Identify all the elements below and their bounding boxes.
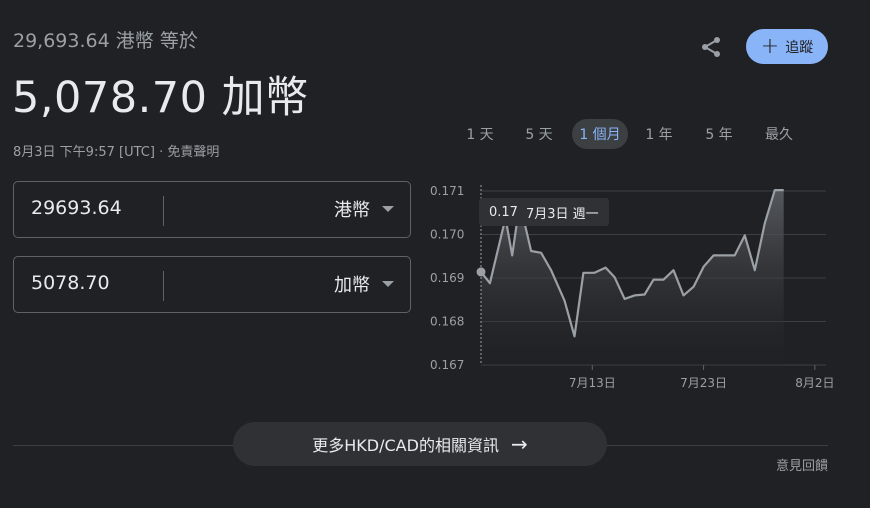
- conversion-source-line: 29,693.64 港幣 等於: [13, 26, 198, 53]
- track-button[interactable]: + 追蹤: [746, 29, 828, 64]
- x-tick-label: 7月13日: [569, 376, 616, 390]
- chart-tooltip: 0.17 7月3日 週一: [479, 198, 609, 226]
- to-currency-box: 5078.70 加幣: [13, 256, 411, 313]
- equals-label: 等於: [159, 30, 198, 52]
- divider-left: [13, 445, 233, 446]
- to-currency-label: 加幣: [334, 275, 370, 296]
- more-info-label: 更多HKD/CAD的相關資訊: [312, 436, 499, 455]
- x-tick-label: 8月2日: [795, 376, 834, 390]
- field-divider: [163, 271, 164, 301]
- field-divider: [163, 196, 164, 226]
- y-tick-label: 0.170: [430, 228, 464, 242]
- tooltip-value: 0.17: [489, 204, 518, 220]
- divider-right: [607, 445, 828, 446]
- to-currency-select[interactable]: 加幣: [334, 271, 394, 297]
- conversion-result: 5,078.70 加幣: [12, 63, 309, 125]
- tab-5-days[interactable]: 5 天: [510, 119, 568, 149]
- dropdown-caret-icon: [382, 281, 394, 287]
- from-amount-input[interactable]: 29693.64: [31, 197, 122, 219]
- track-label: 追蹤: [785, 39, 814, 56]
- disclaimer-link[interactable]: 免責聲明: [167, 145, 219, 160]
- share-icon: [702, 37, 720, 57]
- from-currency-label: 港幣: [334, 200, 370, 221]
- range-tabs: 1 天 5 天 1 個月 1 年 5 年 最久: [452, 119, 808, 149]
- source-currency: 港幣: [115, 30, 154, 52]
- tab-1-month[interactable]: 1 個月: [572, 119, 628, 149]
- y-tick-label: 0.168: [430, 315, 464, 329]
- y-tick-label: 0.169: [430, 271, 464, 285]
- result-amount: 5,078.70: [12, 73, 208, 123]
- separator: ·: [159, 145, 164, 160]
- from-currency-select[interactable]: 港幣: [334, 196, 394, 222]
- feedback-link[interactable]: 意見回饋: [776, 455, 828, 474]
- dropdown-caret-icon: [382, 206, 394, 212]
- source-amount: 29,693.64: [13, 30, 110, 52]
- to-amount-input[interactable]: 5078.70: [31, 272, 110, 294]
- tab-5-years[interactable]: 5 年: [690, 119, 748, 149]
- plus-icon: +: [760, 33, 780, 59]
- tooltip-date: 7月3日 週一: [525, 206, 599, 222]
- tab-max[interactable]: 最久: [750, 119, 808, 149]
- arrow-right-icon: →: [510, 432, 528, 456]
- timestamp-line: 8月3日 下午9:57 [UTC] · 免責聲明: [13, 141, 219, 160]
- result-currency: 加幣: [221, 73, 309, 123]
- tab-1-year[interactable]: 1 年: [630, 119, 688, 149]
- more-info-button[interactable]: 更多HKD/CAD的相關資訊 →: [233, 422, 607, 466]
- x-tick-label: 7月23日: [680, 376, 727, 390]
- timestamp: 8月3日 下午9:57 [UTC]: [13, 145, 155, 160]
- hover-point: [476, 267, 486, 277]
- share-button[interactable]: [697, 33, 725, 61]
- y-tick-label: 0.171: [430, 184, 464, 198]
- from-currency-box: 29693.64 港幣: [13, 181, 411, 238]
- y-tick-label: 0.167: [430, 358, 464, 372]
- tab-1-day[interactable]: 1 天: [452, 119, 508, 149]
